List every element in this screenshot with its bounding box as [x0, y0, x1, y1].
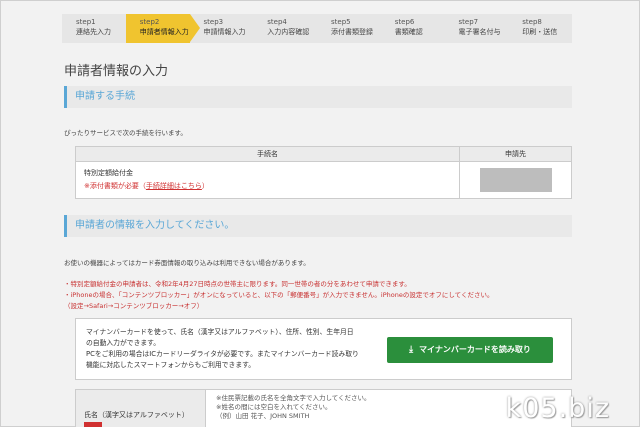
- procedure-details-link[interactable]: 手続詳細はこちら: [146, 182, 202, 190]
- step-number: step4: [267, 18, 287, 26]
- step-number: step6: [394, 18, 415, 26]
- card-reader-notice: お使いの機器によってはカード券面情報の取り込みは利用できない場合があります。: [64, 259, 310, 267]
- step-number: step7: [458, 18, 479, 26]
- table-header-row: 手続名 申請先: [75, 146, 572, 162]
- column-header-procedure: 手続名: [75, 146, 460, 162]
- name-field-row: 氏名（漢字又はアルファベット） ※住民票記載の氏名を全角文字で入力してください。…: [75, 389, 572, 427]
- step-4: step4 入力内容確認: [253, 14, 317, 43]
- step-number: step1: [76, 18, 96, 26]
- hint-line: ※姓名の間には空白を入れてください。: [216, 403, 332, 411]
- warning-note: （設定→Safari→コンテンツブロッカー→オフ）: [64, 302, 204, 310]
- column-header-destination: 申請先: [459, 146, 572, 162]
- step-number: step5: [331, 18, 351, 26]
- step-label: 書類確認: [394, 28, 423, 36]
- description-line: マイナンバーカードを使って、氏名（漢字又はアルファベット）、住所、性別、生年月日: [86, 328, 354, 336]
- hint-line: （例）山田 花子、JOHN SMITH: [216, 412, 310, 420]
- step-progress-bar: step1 連絡先入力 step2 申請者情報入力 step3 申請情報入力 s…: [62, 14, 572, 43]
- step-label: 連絡先入力: [76, 28, 111, 36]
- step-1: step1 連絡先入力: [62, 14, 126, 43]
- step-label: 申請者情報入力: [139, 28, 189, 36]
- procedure-name: 特別定額給付金: [84, 169, 133, 177]
- step-label: 入力内容確認: [267, 28, 310, 36]
- procedure-cell: 特別定額給付金 ※添付書類が必要（手続詳細はこちら）: [75, 161, 460, 199]
- redacted-destination: [479, 168, 552, 192]
- procedure-table: 手続名 申請先 特別定額給付金 ※添付書類が必要（手続詳細はこちら）: [75, 146, 572, 199]
- step-label: 添付書類登録: [331, 28, 373, 36]
- step-label: 印刷・送信: [522, 28, 558, 36]
- description-line: PCをご利用の場合はICカードリーダライタが必要です。またマイナンバーカード読み…: [86, 350, 359, 358]
- step-2-current: step2 申請者情報入力: [125, 14, 200, 43]
- step-7: step7 電子署名付与: [445, 14, 509, 43]
- step-5: step5 添付書類登録: [317, 14, 381, 43]
- read-mynumber-card-button[interactable]: ⤓ マイナンバーカードを読み取り: [387, 337, 553, 363]
- step-number: step3: [203, 18, 224, 26]
- page-title: 申請者情報の入力: [64, 64, 169, 79]
- step-number: step2: [139, 18, 160, 26]
- attachment-required-note: ※添付書類が必要: [84, 182, 139, 190]
- mynumber-description: マイナンバーカードを使って、氏名（漢字又はアルファベット）、住所、性別、生年月日…: [86, 327, 376, 371]
- warning-note: ・特別定額給付金の申請者は、令和2年4月27日時点の世帯主に限ります。同一世帯の…: [64, 280, 411, 288]
- warning-note: ・iPhoneの場合、「コンテンツブロッカー」がオンになっていると、以下の「郵便…: [64, 291, 494, 299]
- mynumber-card-panel: マイナンバーカードを使って、氏名（漢字又はアルファベット）、住所、性別、生年月日…: [75, 318, 572, 380]
- step-8: step8 印刷・送信: [508, 14, 572, 43]
- hint-line: ※住民票記載の氏名を全角文字で入力してください。: [216, 394, 371, 402]
- required-badge: [84, 422, 102, 427]
- description-line: 機能に対応したスマートフォンからもご利用できます。: [86, 361, 256, 369]
- name-field-hints: ※住民票記載の氏名を全角文字で入力してください。 ※姓名の間には空白を入れてくだ…: [216, 394, 371, 421]
- section-heading-applicant: 申請者の情報を入力してください。: [64, 215, 572, 237]
- table-row: 特別定額給付金 ※添付書類が必要（手続詳細はこちら）: [75, 161, 572, 199]
- section-heading-procedure: 申請する手続: [64, 86, 572, 108]
- step-label: 電子署名付与: [458, 28, 501, 36]
- procedure-intro: ぴったりサービスで次の手続を行います。: [64, 129, 187, 137]
- watermark: k05.biz: [505, 393, 610, 424]
- description-line: の自動入力ができます。: [86, 339, 161, 347]
- destination-cell: [459, 161, 572, 199]
- step-label: 申請情報入力: [203, 28, 246, 36]
- step-number: step8: [522, 18, 542, 26]
- step-6: step6 書類確認: [381, 14, 445, 43]
- download-icon: ⤓: [409, 345, 414, 355]
- button-label: マイナンバーカードを読み取り: [419, 345, 531, 354]
